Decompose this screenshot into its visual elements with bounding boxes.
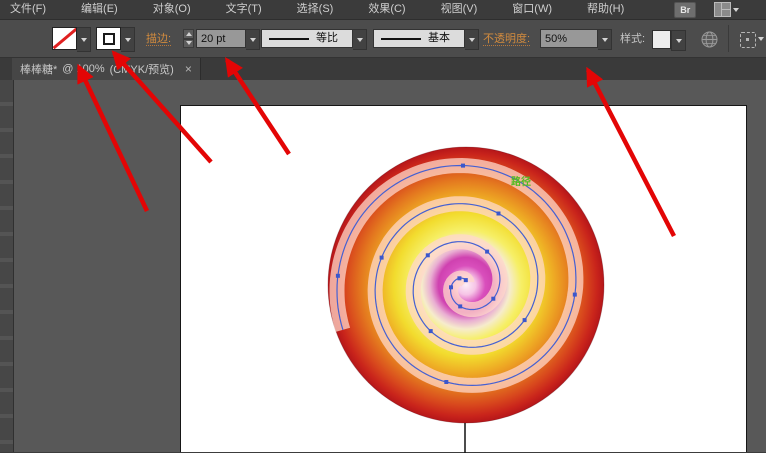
anchor-point[interactable] xyxy=(457,276,461,280)
brush-definition-field[interactable]: 基本 xyxy=(373,29,465,48)
anchor-point[interactable] xyxy=(426,253,430,257)
bridge-button[interactable]: Br xyxy=(674,2,696,18)
arrange-documents-icon xyxy=(714,2,731,17)
menu-type[interactable]: 文字(T) xyxy=(217,0,271,19)
anchor-point[interactable] xyxy=(336,274,340,278)
brush-stroke-icon xyxy=(381,38,421,40)
stroke-color-swatch[interactable] xyxy=(96,27,121,50)
opacity-combo: 50% xyxy=(540,29,612,48)
anchor-point[interactable] xyxy=(444,380,448,384)
document-tab[interactable]: 棒棒糖* @ 100% (CMYK/预览) × xyxy=(12,58,201,80)
document-title: 棒棒糖* xyxy=(20,61,57,77)
menu-effect[interactable]: 效果(C) xyxy=(359,0,414,19)
chevron-down-icon xyxy=(469,38,475,42)
stroke-profile-icon xyxy=(269,38,309,40)
smart-guide-label: 路径 xyxy=(511,175,531,188)
brush-definition-dropdown[interactable] xyxy=(465,29,479,50)
close-icon[interactable]: × xyxy=(185,64,192,74)
chevron-down-icon xyxy=(733,8,739,12)
chevron-down-icon xyxy=(357,38,363,42)
chevron-down-icon xyxy=(602,38,608,42)
fill-color-group xyxy=(52,27,91,52)
canvas-area: 路径 xyxy=(0,80,766,452)
menu-view[interactable]: 视图(V) xyxy=(432,0,487,19)
width-profile-field[interactable]: 等比 xyxy=(261,29,353,48)
stroke-square-icon xyxy=(103,33,115,45)
stroke-weight-field[interactable]: 20 pt xyxy=(196,29,246,48)
menu-window[interactable]: 窗口(W) xyxy=(503,0,561,19)
anchor-point[interactable] xyxy=(461,164,465,168)
triangle-up-icon xyxy=(186,32,192,36)
anchor-point[interactable] xyxy=(449,285,453,289)
menu-file[interactable]: 文件(F) xyxy=(1,0,55,19)
chevron-down-icon xyxy=(250,38,256,42)
menu-select[interactable]: 选择(S) xyxy=(288,0,343,19)
tools-panel-sliver[interactable] xyxy=(0,80,14,452)
opacity-field[interactable]: 50% xyxy=(540,29,598,48)
stroke-color-dropdown[interactable] xyxy=(121,27,135,52)
brush-definition-combo: 基本 xyxy=(373,29,479,48)
style-swatch[interactable] xyxy=(652,30,671,49)
chevron-down-icon xyxy=(81,38,87,42)
document-tab-bar: 棒棒糖* @ 100% (CMYK/预览) × xyxy=(0,58,766,81)
chevron-down-icon xyxy=(676,39,682,43)
stroke-weight-dropdown[interactable] xyxy=(246,29,260,50)
width-profile-label: 等比 xyxy=(316,29,338,48)
arrange-documents-button[interactable] xyxy=(714,2,739,17)
no-fill-slash-icon xyxy=(53,28,77,50)
anchor-point[interactable] xyxy=(523,318,527,322)
separator xyxy=(728,25,729,52)
selection-options-icon[interactable] xyxy=(740,32,756,48)
stroke-color-group xyxy=(96,27,135,52)
fill-color-dropdown[interactable] xyxy=(77,27,91,52)
control-bar: 描边: 20 pt 等比 基本 不透明度: 50% 样式: xyxy=(0,20,766,58)
anchor-point[interactable] xyxy=(497,212,501,216)
chevron-down-icon[interactable] xyxy=(758,37,764,41)
lollipop-art[interactable]: 路径 xyxy=(181,106,748,453)
anchor-point[interactable] xyxy=(573,293,577,297)
brush-definition-label: 基本 xyxy=(428,29,450,48)
menu-object[interactable]: 对象(O) xyxy=(144,0,200,19)
anchor-point[interactable] xyxy=(491,297,495,301)
stroke-weight-stepper[interactable] xyxy=(183,29,194,48)
menu-bar: 文件(F) 编辑(E) 对象(O) 文字(T) 选择(S) 效果(C) 视图(V… xyxy=(0,0,766,20)
stepper-up-button[interactable] xyxy=(183,29,194,39)
opacity-dropdown[interactable] xyxy=(598,29,612,50)
width-profile-combo: 等比 xyxy=(261,29,367,48)
stepper-down-button[interactable] xyxy=(183,39,194,49)
anchor-point[interactable] xyxy=(429,329,433,333)
chevron-down-icon xyxy=(125,38,131,42)
menu-edit[interactable]: 编辑(E) xyxy=(72,0,127,19)
triangle-down-icon xyxy=(186,41,192,45)
style-dropdown[interactable] xyxy=(671,30,686,51)
stroke-weight-combo: 20 pt xyxy=(196,29,260,48)
document-color-mode: (CMYK/预览) xyxy=(110,61,174,77)
anchor-point[interactable] xyxy=(485,250,489,254)
document-zoom-level: @ 100% xyxy=(62,63,104,75)
anchor-point[interactable] xyxy=(464,278,468,282)
fill-color-swatch[interactable] xyxy=(52,27,77,50)
document-setup-icon[interactable] xyxy=(701,31,718,53)
stroke-panel-link[interactable]: 描边: xyxy=(146,33,171,46)
anchor-point[interactable] xyxy=(380,256,384,260)
artboard[interactable]: 路径 xyxy=(180,105,747,452)
opacity-panel-link[interactable]: 不透明度: xyxy=(483,33,530,46)
style-label: 样式: xyxy=(620,33,645,45)
width-profile-dropdown[interactable] xyxy=(353,29,367,50)
anchor-point[interactable] xyxy=(458,304,462,308)
menu-help[interactable]: 帮助(H) xyxy=(578,0,633,19)
